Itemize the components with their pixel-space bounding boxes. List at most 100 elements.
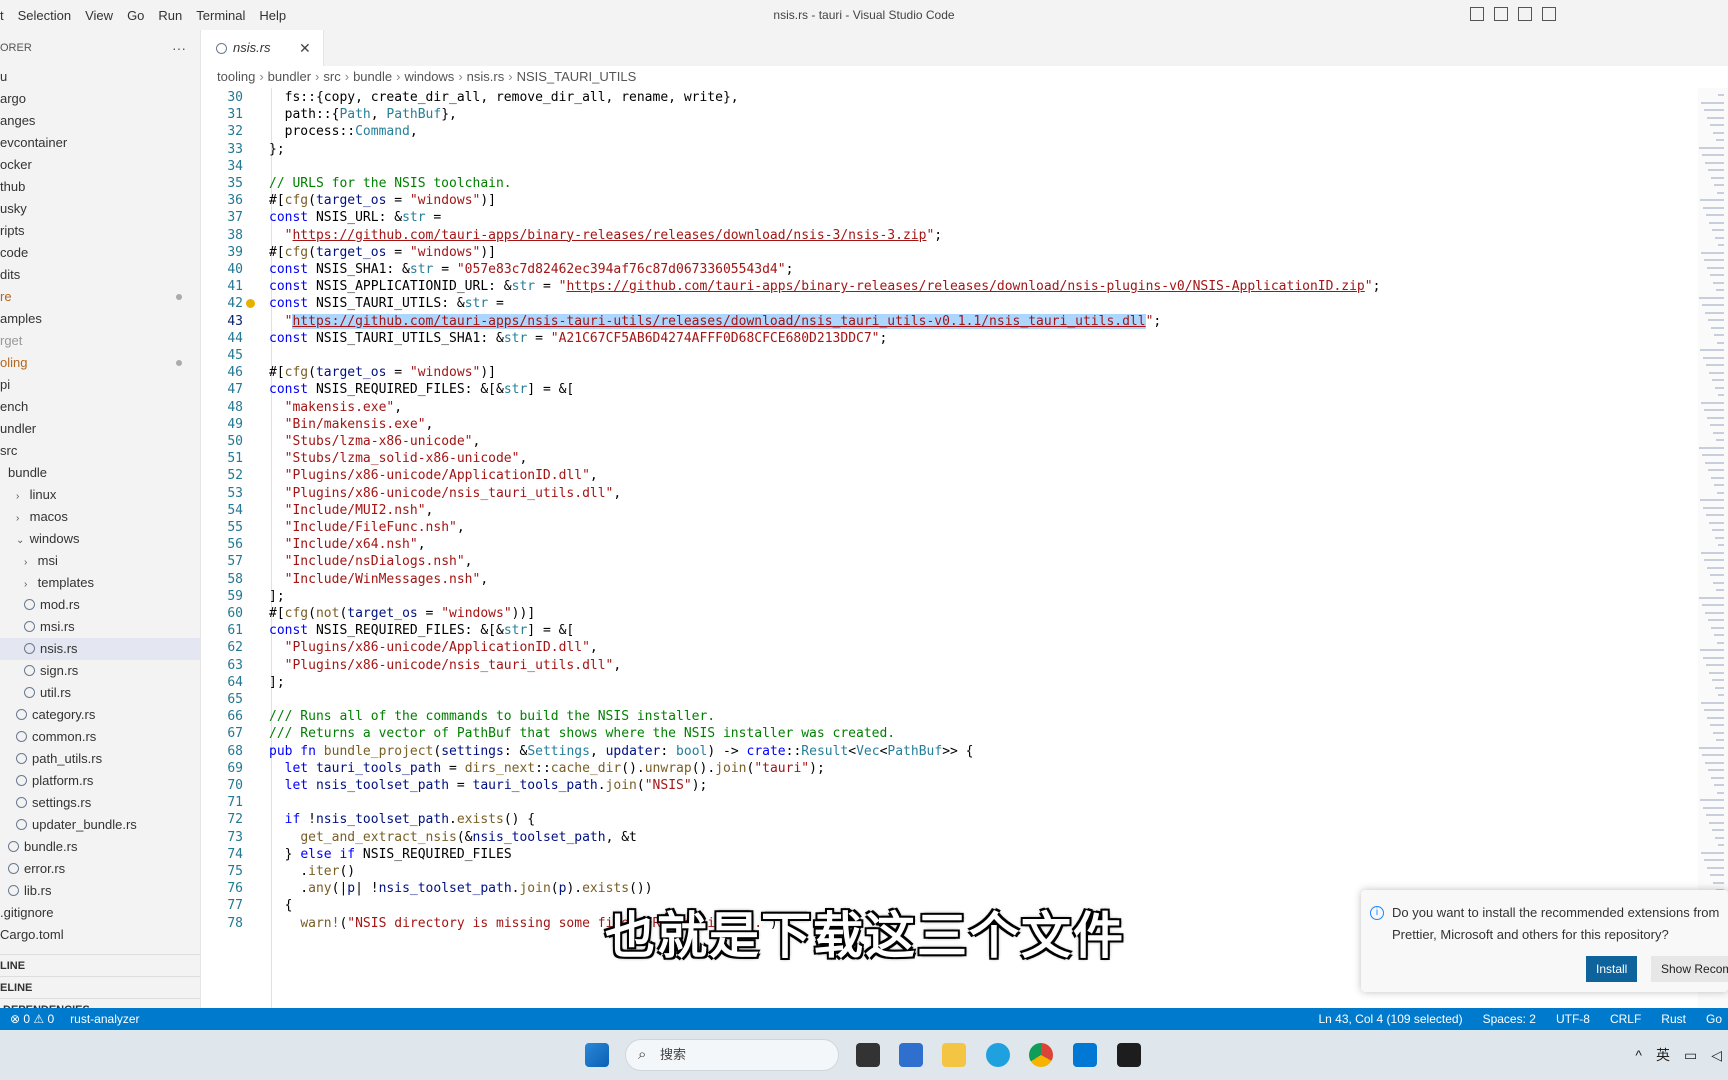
- code-line[interactable]: 60 #[cfg(not(target_os = "windows"))]: [201, 604, 1701, 623]
- menu-item-selection[interactable]: Selection: [11, 8, 78, 23]
- folder-item[interactable]: u: [0, 66, 200, 88]
- code-line[interactable]: 66 /// Runs all of the commands to build …: [201, 707, 1701, 726]
- folder-item[interactable]: › msi: [0, 550, 200, 572]
- folder-item[interactable]: evcontainer: [0, 132, 200, 154]
- folder-item[interactable]: ocker: [0, 154, 200, 176]
- store-icon[interactable]: [899, 1043, 923, 1067]
- minimap[interactable]: [1698, 88, 1728, 1008]
- more-actions-icon[interactable]: ···: [172, 30, 186, 66]
- folder-item[interactable]: src: [0, 440, 200, 462]
- folder-item[interactable]: code: [0, 242, 200, 264]
- code-line[interactable]: 34: [201, 157, 1701, 176]
- menu-item-go[interactable]: Go: [120, 8, 151, 23]
- folder-item[interactable]: anges: [0, 110, 200, 132]
- install-button[interactable]: Install: [1586, 956, 1638, 982]
- code-line[interactable]: 71: [201, 793, 1701, 812]
- timeline-section[interactable]: ELINE: [0, 976, 200, 999]
- folder-item[interactable]: undler: [0, 418, 200, 440]
- folder-item[interactable]: › linux: [0, 484, 200, 506]
- status-item[interactable]: Rust: [1661, 1008, 1686, 1030]
- code-line[interactable]: 74 } else if NSIS_REQUIRED_FILES: [201, 845, 1701, 864]
- folder-item[interactable]: argo: [0, 88, 200, 110]
- code-line[interactable]: 58 "Include/WinMessages.nsh",: [201, 570, 1701, 589]
- status-item[interactable]: CRLF: [1610, 1008, 1641, 1030]
- code-line[interactable]: 42 const NSIS_TAURI_UTILS: &str =: [201, 294, 1701, 313]
- code-line[interactable]: 49 "Bin/makensis.exe",: [201, 415, 1701, 434]
- file-item[interactable]: category.rs: [0, 704, 200, 726]
- code-line[interactable]: 75 .iter(): [201, 862, 1701, 881]
- start-icon[interactable]: [585, 1043, 609, 1067]
- folder-item[interactable]: rget: [0, 330, 200, 352]
- code-line[interactable]: 50 "Stubs/lzma-x86-unicode",: [201, 432, 1701, 451]
- file-item[interactable]: bundle.rs: [0, 836, 200, 858]
- code-line[interactable]: 67 /// Returns a vector of PathBuf that s…: [201, 724, 1701, 743]
- menu-item-t[interactable]: t: [0, 8, 11, 23]
- breadcrumb-item[interactable]: nsis.rs: [467, 69, 505, 84]
- chevron-right-icon[interactable]: ›: [24, 574, 34, 596]
- menu-item-terminal[interactable]: Terminal: [189, 8, 252, 23]
- file-item[interactable]: platform.rs: [0, 770, 200, 792]
- folder-item[interactable]: re: [0, 286, 200, 308]
- code-line[interactable]: 70 let nsis_toolset_path = tauri_tools_p…: [201, 776, 1701, 795]
- code-line[interactable]: 47 const NSIS_REQUIRED_FILES: &[&str] = &…: [201, 380, 1701, 399]
- chevron-right-icon[interactable]: ›: [24, 552, 34, 574]
- file-item[interactable]: path_utils.rs: [0, 748, 200, 770]
- breadcrumb-item[interactable]: bundler: [268, 69, 311, 84]
- code-line[interactable]: 64];: [201, 673, 1701, 692]
- folder-item[interactable]: ripts: [0, 220, 200, 242]
- code-line[interactable]: 53 "Plugins/x86-unicode/nsis_tauri_utils…: [201, 484, 1701, 503]
- file-item[interactable]: Cargo.toml: [0, 924, 200, 946]
- file-item[interactable]: .gitignore: [0, 902, 200, 924]
- folder-item[interactable]: ench: [0, 396, 200, 418]
- breadcrumb-item[interactable]: src: [323, 69, 340, 84]
- chevron-right-icon[interactable]: ›: [16, 508, 26, 530]
- status-item[interactable]: UTF-8: [1556, 1008, 1590, 1030]
- folder-item[interactable]: oling: [0, 352, 200, 374]
- rust-analyzer-status[interactable]: rust-analyzer: [70, 1008, 139, 1030]
- input-method-indicator[interactable]: 英: [1656, 1045, 1670, 1065]
- folder-item[interactable]: dits: [0, 264, 200, 286]
- file-item[interactable]: nsis.rs: [0, 638, 200, 660]
- code-line[interactable]: 69 let tauri_tools_path = dirs_next::cac…: [201, 759, 1701, 778]
- status-item[interactable]: Spaces: 2: [1483, 1008, 1536, 1030]
- code-line[interactable]: 33};: [201, 140, 1701, 159]
- file-item[interactable]: msi.rs: [0, 616, 200, 638]
- menu-item-help[interactable]: Help: [252, 8, 293, 23]
- code-line[interactable]: 51 "Stubs/lzma_solid-x86-unicode",: [201, 449, 1701, 468]
- file-item[interactable]: util.rs: [0, 682, 200, 704]
- close-tab-icon[interactable]: ✕: [299, 30, 311, 66]
- network-icon[interactable]: ▭: [1684, 1047, 1697, 1064]
- chevron-down-icon[interactable]: ⌄: [16, 530, 26, 552]
- code-line[interactable]: 63 "Plugins/x86-unicode/nsis_tauri_utils…: [201, 656, 1701, 675]
- code-line[interactable]: 61 const NSIS_REQUIRED_FILES: &[&str] = &…: [201, 621, 1701, 640]
- file-item[interactable]: mod.rs: [0, 594, 200, 616]
- breadcrumb-item[interactable]: windows: [404, 69, 454, 84]
- problems-status[interactable]: ⊗ 0 ⚠ 0: [10, 1008, 54, 1030]
- code-line[interactable]: 56 "Include/x64.nsh",: [201, 535, 1701, 554]
- menu-item-run[interactable]: Run: [151, 8, 189, 23]
- code-line[interactable]: 39 #[cfg(target_os = "windows")]: [201, 243, 1701, 262]
- toggle-secondary-sidebar-icon[interactable]: [1518, 7, 1532, 21]
- breadcrumb-item[interactable]: tooling: [217, 69, 255, 84]
- jetbrains-icon[interactable]: [1117, 1043, 1141, 1067]
- status-item[interactable]: Go: [1706, 1008, 1728, 1030]
- code-line[interactable]: 55 "Include/FileFunc.nsh",: [201, 518, 1701, 537]
- code-line[interactable]: 73 get_and_extract_nsis(&nsis_toolset_pa…: [201, 828, 1701, 847]
- lightbulb-icon[interactable]: [246, 299, 255, 309]
- code-line[interactable]: 44 const NSIS_TAURI_UTILS_SHA1: &str = "A…: [201, 329, 1701, 348]
- folder-item[interactable]: › macos: [0, 506, 200, 528]
- code-line[interactable]: 38 "https://github.com/tauri-apps/binary…: [201, 226, 1701, 245]
- code-line[interactable]: 43 "https://github.com/tauri-apps/nsis-t…: [201, 312, 1701, 331]
- edge-icon[interactable]: [986, 1043, 1010, 1067]
- volume-icon[interactable]: ◁: [1711, 1047, 1722, 1064]
- customize-layout-icon[interactable]: [1542, 7, 1556, 21]
- file-item[interactable]: sign.rs: [0, 660, 200, 682]
- code-line[interactable]: 37 const NSIS_URL: &str =: [201, 208, 1701, 227]
- folder-item[interactable]: bundle: [0, 462, 200, 484]
- status-item[interactable]: Ln 43, Col 4 (109 selected): [1318, 1008, 1462, 1030]
- code-line[interactable]: 45: [201, 346, 1701, 365]
- code-line[interactable]: 72 if !nsis_toolset_path.exists() {: [201, 810, 1701, 829]
- code-line[interactable]: 32 process::Command,: [201, 122, 1701, 141]
- code-line[interactable]: 41 const NSIS_APPLICATIONID_URL: &str = "…: [201, 277, 1701, 296]
- task-view-icon[interactable]: [856, 1043, 880, 1067]
